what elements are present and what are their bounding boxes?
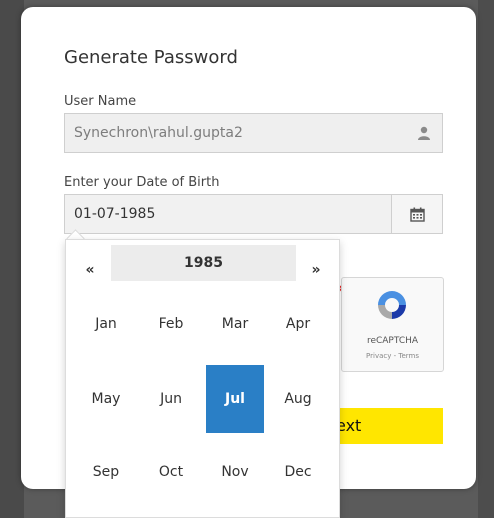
month-mar[interactable]: Mar	[206, 290, 264, 358]
dob-value: 01-07-1985	[74, 206, 156, 222]
user-icon	[418, 126, 430, 140]
recaptcha-links[interactable]: Privacy - Terms	[342, 352, 443, 360]
recaptcha-brand: reCAPTCHA	[366, 336, 419, 346]
month-sep[interactable]: Sep	[77, 438, 135, 506]
calendar-icon	[409, 207, 425, 222]
user-name-field: Synechron\rahul.gupta2	[64, 113, 443, 153]
dob-input[interactable]: 01-07-1985	[64, 194, 392, 234]
month-jul[interactable]: Jul	[206, 365, 264, 433]
month-jan[interactable]: Jan	[77, 290, 135, 358]
month-apr[interactable]: Apr	[269, 290, 327, 358]
month-feb[interactable]: Feb	[142, 290, 200, 358]
next-button[interactable]: ext	[333, 408, 443, 444]
month-may[interactable]: May	[77, 365, 135, 433]
recaptcha-logo-icon	[378, 291, 406, 319]
datepicker-next-button[interactable]: »	[301, 252, 331, 288]
user-name-value: Synechron\rahul.gupta2	[74, 125, 243, 141]
month-aug[interactable]: Aug	[269, 365, 327, 433]
month-jun[interactable]: Jun	[142, 365, 200, 433]
month-oct[interactable]: Oct	[142, 438, 200, 506]
month-dec[interactable]: Dec	[269, 438, 327, 506]
datepicker-prev-button[interactable]: «	[75, 252, 105, 288]
calendar-button[interactable]	[391, 194, 443, 234]
user-name-label: User Name	[64, 94, 137, 109]
month-nov[interactable]: Nov	[206, 438, 264, 506]
recaptcha-widget[interactable]: reCAPTCHA Privacy - Terms	[341, 277, 444, 372]
month-datepicker: « 1985 » Jan Feb Mar Apr May Jun Jul Aug…	[65, 239, 340, 518]
dob-label: Enter your Date of Birth	[64, 175, 220, 190]
page-background-right	[478, 0, 494, 518]
datepicker-year-switch[interactable]: 1985	[111, 245, 296, 281]
modal-title: Generate Password	[64, 47, 238, 68]
